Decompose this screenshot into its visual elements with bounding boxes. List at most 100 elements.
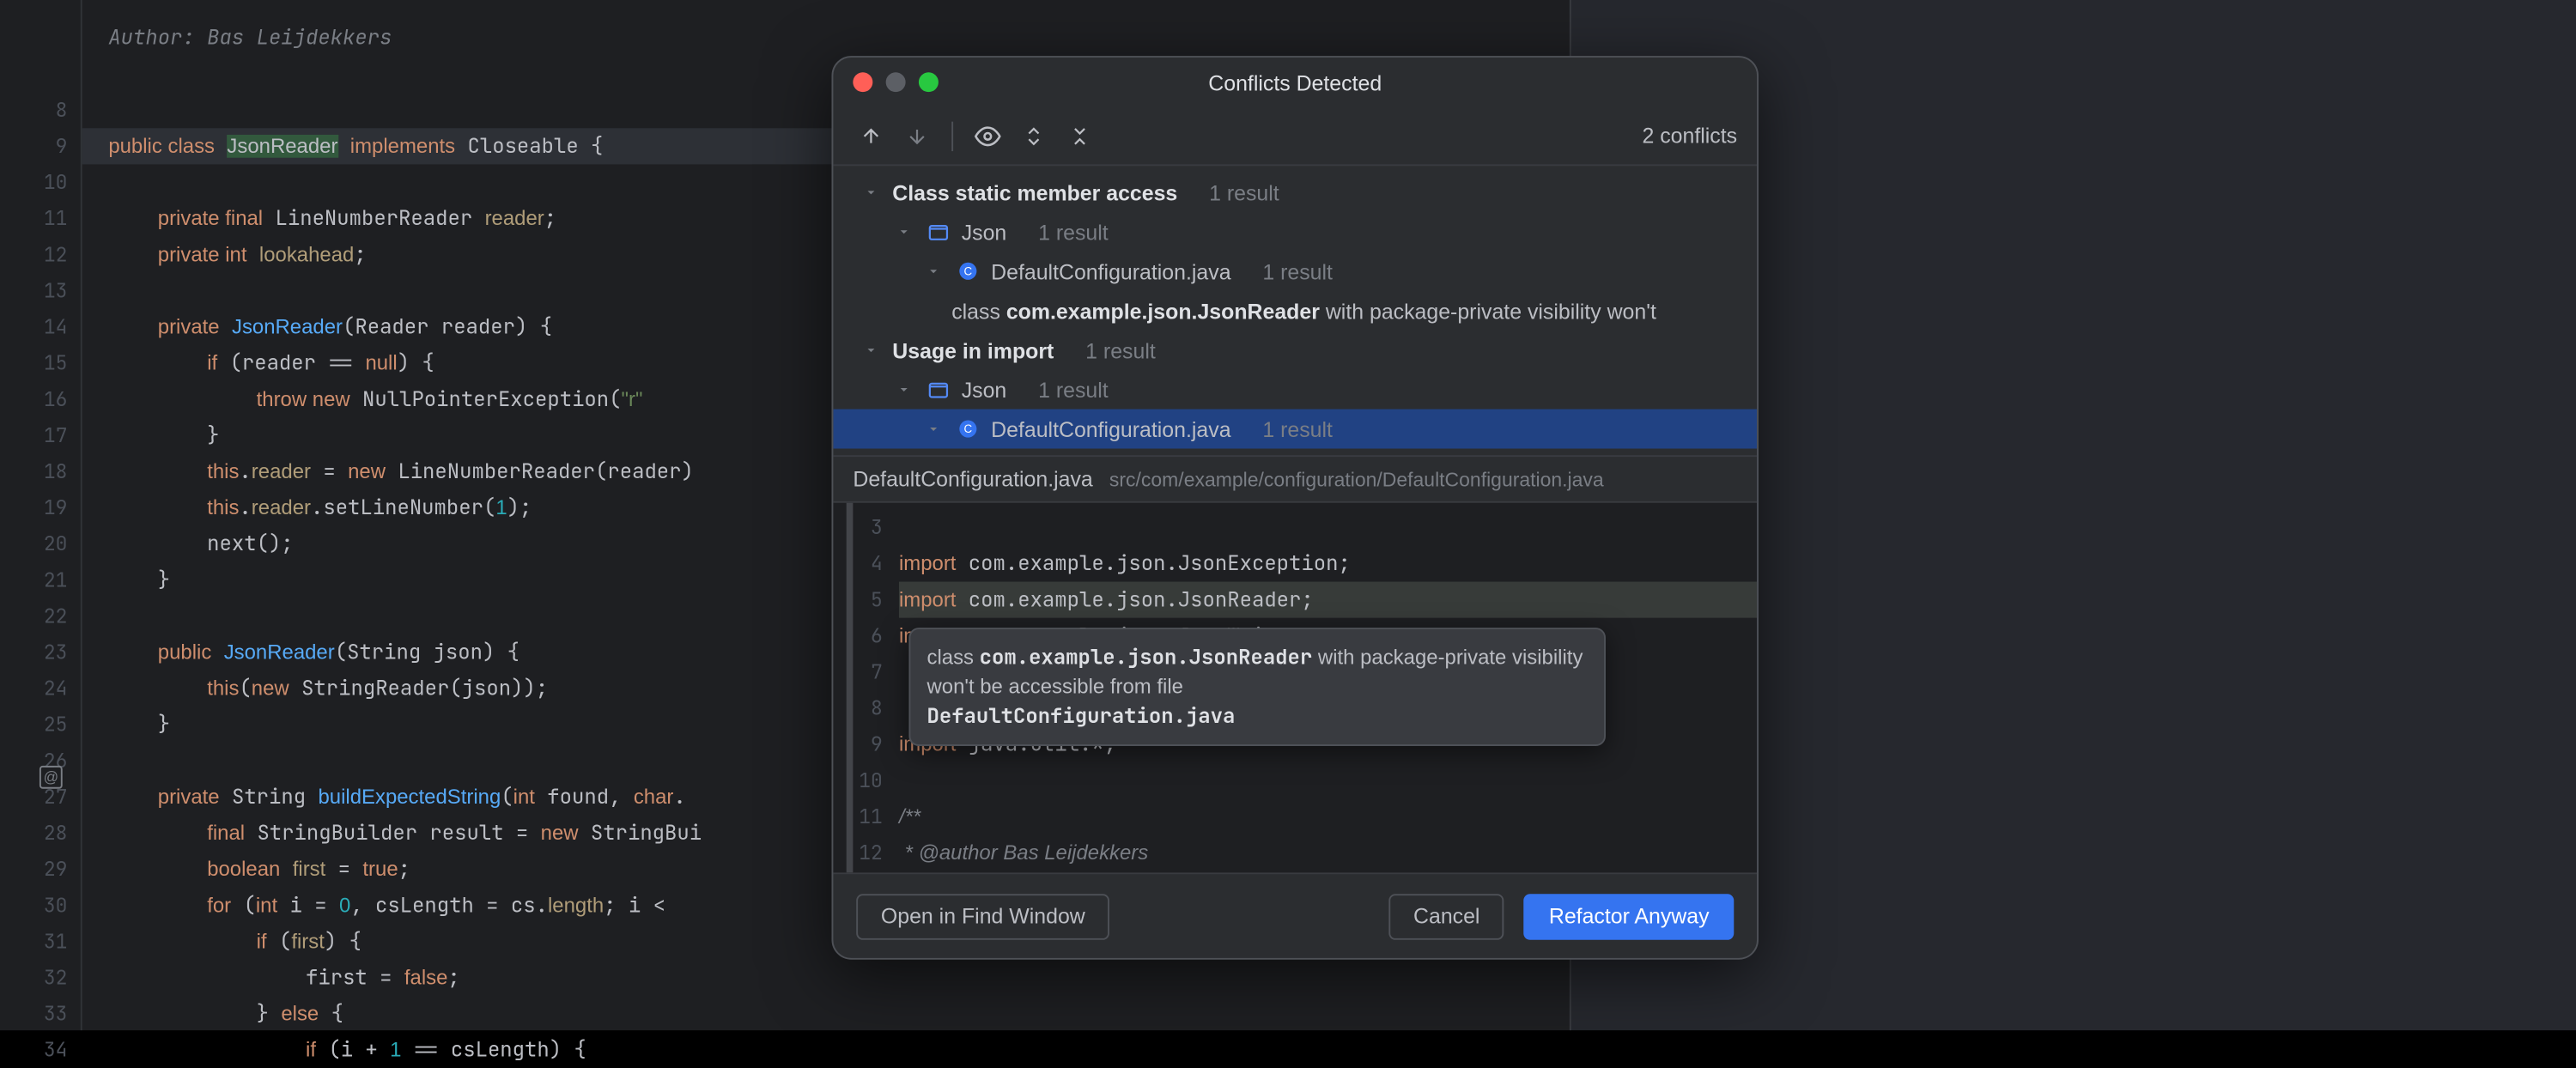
result-count: 1 result [1209,180,1279,205]
module-name: Json [962,220,1007,245]
preview-code-line[interactable] [899,762,1757,798]
collapse-all-icon[interactable] [1061,118,1097,154]
preview-toggle-icon[interactable] [969,118,1005,154]
file-name: DefaultConfiguration.java [991,416,1230,441]
module-name: Json [962,377,1007,402]
gutter-line-number: 19 [44,489,68,525]
tree-row[interactable]: C DefaultConfiguration.java 1 result [833,410,1757,449]
author-annotation: Author: Bas Leijdekkers [82,20,392,56]
result-count: 1 result [1262,258,1333,283]
preview-line-number: 5 [871,582,883,618]
preview-line-number: 9 [871,726,883,762]
gutter-line-number: 33 [44,996,68,1032]
code-line[interactable]: first = false; [82,960,1570,996]
tooltip-target-file: DefaultConfiguration.java [927,702,1235,731]
module-icon [926,219,952,246]
dialog-title: Conflicts Detected [833,70,1757,94]
annotation-marker-icon[interactable]: @ [39,766,63,789]
preview-code-line[interactable]: /** [899,798,1757,834]
preview-code-line[interactable]: * @author Bas Leijdekkers [899,834,1757,871]
preview-code-line[interactable]: import com.example.json.JsonReader; [899,582,1757,618]
result-count: 1 result [1038,377,1109,402]
chevron-down-icon[interactable] [922,259,945,282]
next-occurrence-icon[interactable] [899,118,935,154]
maximize-icon[interactable] [919,72,939,92]
file-name: DefaultConfiguration.java [991,258,1230,283]
gutter-line-number: 11 [44,201,68,237]
preview-line-number: 6 [871,618,883,654]
svg-text:C: C [964,264,973,277]
result-count: 1 result [1038,220,1109,245]
dialog-button-bar: Open in Find Window Cancel Refactor Anyw… [833,872,1757,958]
open-in-find-window-button[interactable]: Open in Find Window [856,893,1109,939]
preview-line-number: 7 [871,654,883,690]
preview-file-name: DefaultConfiguration.java [853,467,1092,492]
gutter-line-number: 21 [44,562,68,598]
preview-line-number: 12 [859,834,883,871]
tree-row[interactable]: Usage in import 1 result [833,331,1757,370]
tree-row[interactable]: Json 1 result [833,370,1757,410]
conflicts-tree[interactable]: Class static member access 1 resultJson … [833,166,1757,455]
tree-row[interactable]: Class static member access 1 result [833,173,1757,212]
result-count: 1 result [1085,337,1156,362]
code-line[interactable]: if (i + 1 == csLength) { [82,1032,1570,1068]
prev-occurrence-icon[interactable] [853,118,889,154]
gutter-line-number: 31 [44,924,68,960]
toolbar-separator [951,121,953,150]
chevron-down-icon[interactable] [860,181,883,204]
close-icon[interactable] [853,72,872,92]
tree-row[interactable]: C DefaultConfiguration.java 1 result [833,252,1757,291]
conflict-count: 2 conflicts [1642,124,1737,149]
conflict-tooltip: class com.example.json.JsonReader with p… [908,628,1606,747]
chevron-down-icon[interactable] [892,378,915,401]
gutter-line-number: 32 [44,960,68,996]
refactor-anyway-button[interactable]: Refactor Anyway [1524,893,1734,939]
gutter-line-number: 28 [44,815,68,851]
tooltip-text: class [927,646,979,669]
preview-line-number: 11 [859,798,883,834]
chevron-down-icon[interactable] [922,417,945,440]
group-label: Class static member access [892,180,1177,205]
gutter-line-number: 34 [44,1032,68,1068]
gutter-line-number: 17 [44,417,68,453]
dialog-toolbar: 2 conflicts [833,106,1757,166]
conflicts-dialog: Conflicts Detected 2 conflicts Class sta… [831,56,1758,960]
cancel-button[interactable]: Cancel [1388,893,1504,939]
preview-file-path: src/com/example/configuration/DefaultCon… [1109,468,1604,491]
gutter-line-number: 13 [44,273,68,309]
gutter-line-number: 12 [44,237,68,273]
preview-line-number: 3 [871,509,883,545]
gutter-line-number: 14 [44,309,68,345]
preview-header: DefaultConfiguration.java src/com/exampl… [833,455,1757,501]
gutter-line-number: 8 [56,92,68,128]
group-label: Usage in import [892,337,1054,362]
dialog-titlebar[interactable]: Conflicts Detected [833,58,1757,106]
editor-gutter: 8910111213141516171819202122232425262728… [0,0,82,1030]
gutter-line-number: 22 [44,598,68,634]
gutter-line-number: 23 [44,634,68,671]
expand-all-icon[interactable] [1016,118,1052,154]
gutter-line-number: 24 [44,671,68,707]
tree-row[interactable]: Json 1 result [833,212,1757,252]
preview-line-number: 8 [871,690,883,726]
window-traffic-lights [853,72,939,92]
minimize-icon [886,72,906,92]
gutter-line-number: 16 [44,381,68,417]
gutter-line-number: 18 [44,453,68,489]
class-file-icon: C [955,416,981,442]
class-file-icon: C [955,258,981,284]
svg-text:C: C [964,422,973,435]
preview-line-number: 4 [871,545,883,581]
preview-code-line[interactable]: import com.example.json.JsonException; [899,545,1757,581]
preview-pane[interactable]: 3456789101112 import com.example.json.Js… [833,501,1757,873]
chevron-down-icon[interactable] [860,338,883,361]
tree-row[interactable]: class com.example.json.JsonReader with p… [833,291,1757,331]
chevron-down-icon[interactable] [892,220,915,243]
gutter-line-number: 29 [44,851,68,887]
module-icon [926,376,952,403]
preview-gutter-mark [847,503,854,873]
result-count: 1 result [1262,416,1333,441]
gutter-line-number: 25 [44,707,68,743]
code-line[interactable]: } else { [82,996,1570,1032]
preview-code-line[interactable] [899,509,1757,545]
